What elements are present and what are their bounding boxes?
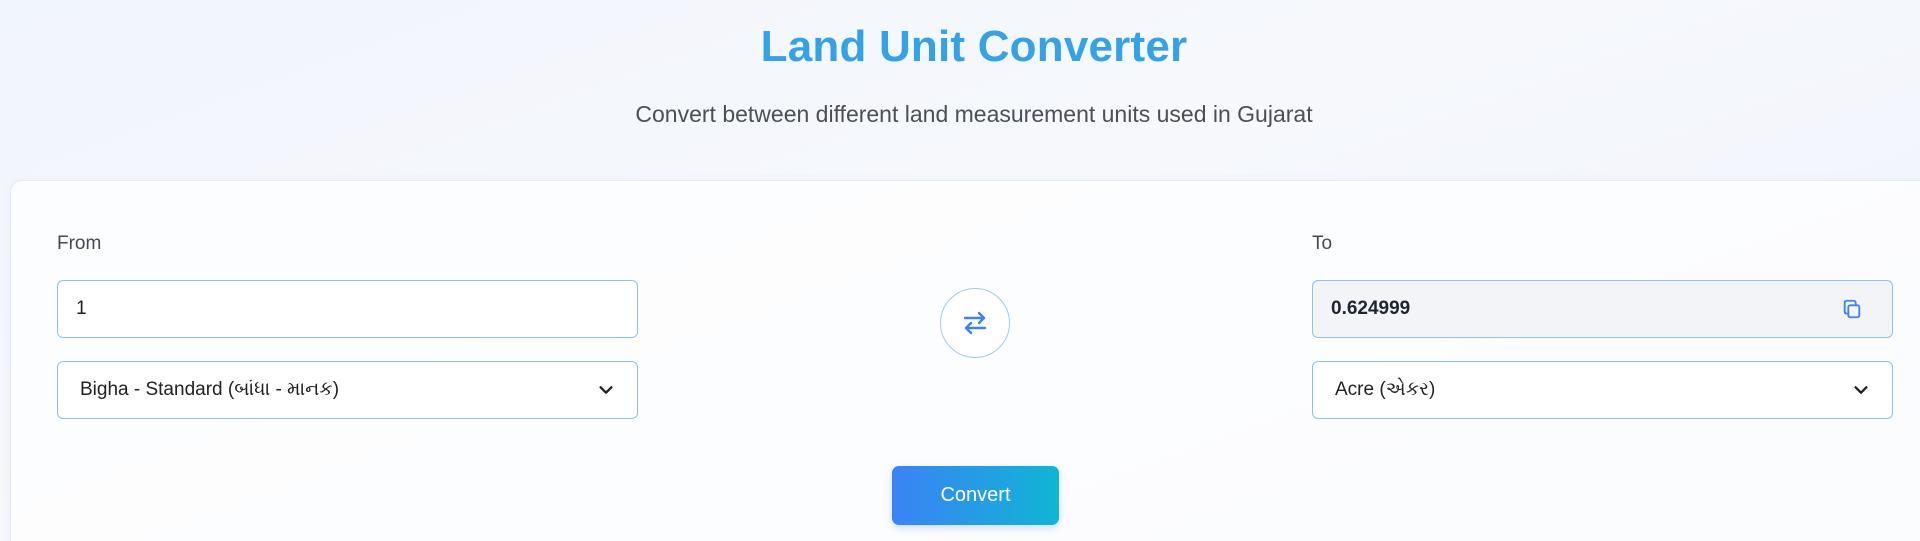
chevron-down-icon — [599, 386, 613, 394]
from-label: From — [57, 233, 102, 254]
swap-arrows-icon — [963, 311, 987, 335]
page-title: Land Unit Converter — [760, 22, 1188, 71]
convert-button[interactable]: Convert — [892, 466, 1059, 525]
to-label: To — [1312, 233, 1333, 254]
from-unit-select[interactable]: Bigha - Standard (બાંધા - માનક) — [57, 361, 638, 419]
page-subtitle: Convert between different land measureme… — [635, 101, 1313, 127]
to-unit-selected: Acre (એકર) — [1335, 379, 1436, 400]
to-unit-select[interactable]: Acre (એકર) — [1312, 361, 1893, 419]
to-value-text: 0.624999 — [1331, 298, 1411, 319]
from-value-text: 1 — [76, 298, 87, 319]
to-value-output: 0.624999 — [1312, 280, 1893, 338]
copy-button[interactable] — [1838, 295, 1866, 323]
chevron-down-icon — [1854, 386, 1868, 394]
converter-card: From 1 Bigha - Standard (બાંધા - માનક) T… — [10, 180, 1920, 541]
from-unit-selected: Bigha - Standard (બાંધા - માનક) — [80, 379, 340, 400]
from-value-input[interactable]: 1 — [57, 280, 638, 338]
copy-icon — [1843, 299, 1861, 319]
swap-units-button[interactable] — [940, 288, 1010, 358]
